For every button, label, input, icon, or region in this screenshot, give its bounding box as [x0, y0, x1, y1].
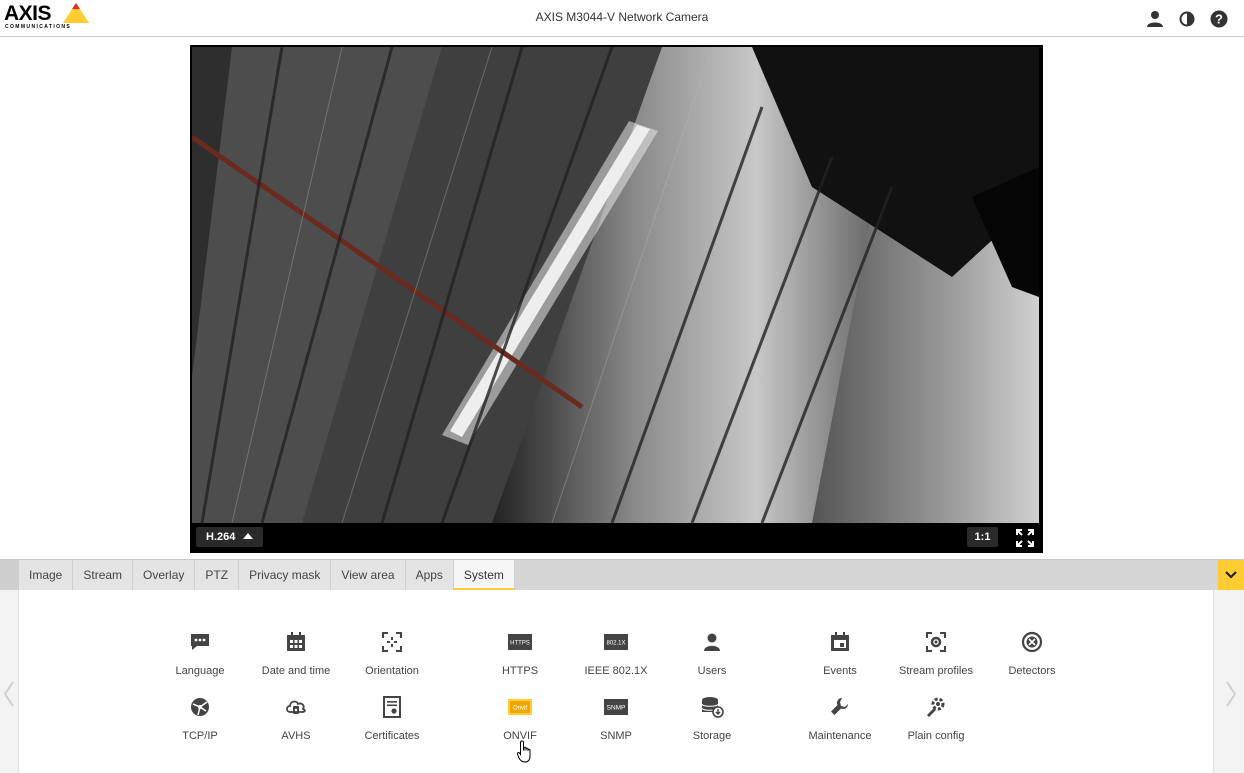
system-item-storage[interactable]: Storage [664, 695, 760, 751]
item-label: TCP/IP [182, 730, 218, 742]
https-icon: HTTPS [508, 630, 532, 654]
system-item-date-and-time[interactable]: Date and time [248, 630, 344, 686]
item-label: Detectors [1008, 665, 1056, 677]
logo-subtext: COMMUNICATIONS [5, 24, 72, 30]
video-player[interactable]: H.264 1:1 [190, 45, 1043, 553]
header-bar: AXIS COMMUNICATIONS AXIS M3044-V Network… [0, 0, 1244, 37]
tabbar-spacer [0, 560, 19, 590]
item-label: AVHS [281, 730, 311, 742]
chevron-right-icon[interactable] [1224, 680, 1238, 708]
system-item-stream-profiles[interactable]: Stream profiles [888, 630, 984, 686]
svg-text:SNMP: SNMP [607, 705, 626, 712]
item-label: Stream profiles [899, 665, 973, 677]
system-settings-panel: Language Date and time Orientation HTTPS… [0, 590, 1244, 773]
detector-icon [1020, 630, 1044, 654]
tab-overlay[interactable]: Overlay [133, 560, 196, 590]
system-item-tcp-ip[interactable]: TCP/IP [152, 695, 248, 751]
system-item-ieee-8021x[interactable]: 802.1X IEEE 802.1X [568, 630, 664, 686]
help-icon[interactable]: ? [1209, 9, 1229, 29]
user-icon [700, 630, 724, 654]
codec-selector-button[interactable]: H.264 [196, 527, 264, 547]
stream-profile-icon [924, 630, 948, 654]
ieee-icon: 802.1X [604, 630, 628, 654]
svg-text:?: ? [1215, 12, 1223, 27]
svg-text:802.1X: 802.1X [606, 641, 625, 647]
calendar-icon [284, 630, 308, 654]
panel-right-gutter [1213, 590, 1244, 773]
zoom-ratio-button[interactable]: 1:1 [967, 527, 998, 547]
item-label: SNMP [600, 730, 632, 742]
codec-label: H.264 [206, 531, 236, 543]
item-label: Maintenance [808, 730, 872, 742]
user-icon[interactable] [1145, 9, 1165, 29]
item-label: Orientation [365, 665, 419, 677]
item-label: Users [697, 665, 727, 677]
video-controls-bar: H.264 1:1 [190, 523, 1043, 553]
system-item-avhs[interactable]: AVHS [248, 695, 344, 751]
fullscreen-icon[interactable] [1015, 528, 1035, 548]
tab-privacy-mask[interactable]: Privacy mask [239, 560, 332, 590]
tab-system[interactable]: System [453, 560, 515, 590]
system-item-orientation[interactable]: Orientation [344, 630, 440, 686]
tab-list: Image Stream Overlay PTZ Privacy mask Vi… [19, 560, 515, 590]
item-label: Language [175, 665, 225, 677]
wrench-icon [828, 695, 852, 719]
hand-cursor-icon [517, 740, 531, 763]
system-item-language[interactable]: Language [152, 630, 248, 686]
tab-view-area[interactable]: View area [331, 560, 406, 590]
system-item-events[interactable]: Events [792, 630, 888, 686]
language-icon [188, 630, 212, 654]
certificate-icon [380, 695, 404, 719]
snmp-icon: SNMP [604, 695, 628, 719]
system-item-maintenance[interactable]: Maintenance [792, 695, 888, 751]
item-label: Certificates [364, 730, 420, 742]
tab-apps[interactable]: Apps [405, 560, 454, 590]
item-label: Date and time [261, 665, 331, 677]
cloud-icon [284, 695, 308, 719]
tab-ptz[interactable]: PTZ [195, 560, 240, 590]
system-item-snmp[interactable]: SNMP SNMP [568, 695, 664, 751]
tab-stream[interactable]: Stream [73, 560, 134, 590]
panel-left-gutter [0, 590, 19, 773]
item-label: Storage [692, 730, 732, 742]
chevron-left-icon[interactable] [2, 680, 16, 708]
system-item-detectors[interactable]: Detectors [984, 630, 1080, 686]
system-item-certificates[interactable]: Certificates [344, 695, 440, 751]
svg-text:Onvif: Onvif [513, 706, 527, 712]
item-label: HTTPS [501, 665, 539, 677]
chevron-up-icon [243, 533, 254, 539]
camera-image [192, 47, 1039, 523]
storage-icon [700, 695, 724, 719]
item-label: Plain config [907, 730, 965, 742]
system-item-plain-config[interactable]: Plain config [888, 695, 984, 751]
item-label: Events [823, 665, 857, 677]
tab-image[interactable]: Image [19, 560, 74, 590]
network-icon [188, 695, 212, 719]
contrast-icon[interactable] [1177, 9, 1197, 29]
onvif-icon: Onvif [508, 695, 532, 719]
svg-text:HTTPS: HTTPS [510, 641, 530, 647]
system-item-https[interactable]: HTTPS HTTPS [472, 630, 568, 686]
system-item-users[interactable]: Users [664, 630, 760, 686]
collapse-panel-button[interactable] [1218, 560, 1244, 590]
calendar-event-icon [828, 630, 852, 654]
page-title: AXIS M3044-V Network Camera [535, 10, 709, 24]
config-icon [924, 695, 948, 719]
orientation-icon [380, 630, 404, 654]
chevron-down-icon [1225, 571, 1237, 579]
settings-tab-bar: Image Stream Overlay PTZ Privacy mask Vi… [0, 559, 1244, 590]
item-label: IEEE 802.1X [584, 665, 648, 677]
